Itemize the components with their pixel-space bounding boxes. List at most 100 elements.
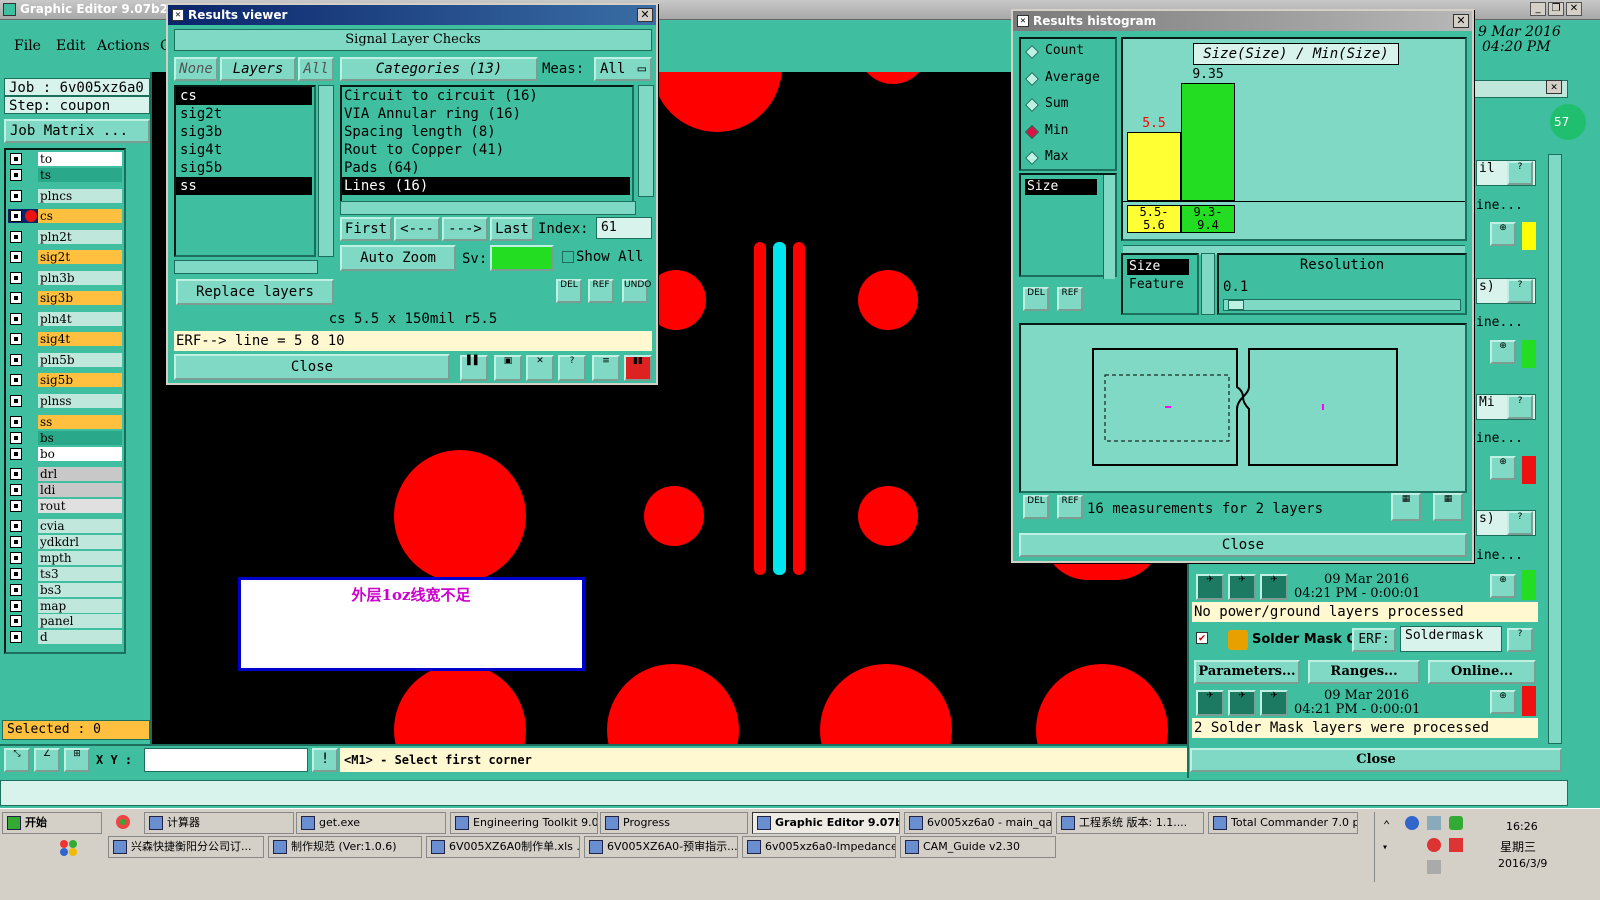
run-icon[interactable]: ✈ [1260,574,1288,600]
layer-row-sig3b[interactable]: sig3b [8,291,122,305]
del-icon[interactable]: DEL [1023,495,1049,519]
minimize-icon[interactable]: _ [1530,2,1546,16]
category-item[interactable]: Pads (64) [342,159,630,177]
aggregate-option-min[interactable]: Min [1024,123,1115,143]
menu-actions[interactable]: Actions [97,38,150,54]
note-box[interactable]: 外层1oz线宽不足 [238,577,585,671]
show-all-checkbox[interactable] [562,251,574,263]
close-button[interactable]: Close [174,354,450,380]
prev-button[interactable]: <--- [394,217,440,241]
taskbar-button[interactable]: 6V005XZ6A0-预审指示.... [584,836,738,858]
layer-list-item[interactable]: ss [176,177,312,195]
zoom-icon[interactable]: ⊕ [1490,222,1516,246]
layer-row-cvia[interactable]: cvia [8,519,122,533]
help-icon[interactable]: ? [1507,628,1533,652]
bluetooth-icon[interactable] [1405,816,1419,830]
layer-checkbox[interactable] [10,468,22,480]
layer-row-mpth[interactable]: mpth [8,551,122,565]
layer-row-bs3[interactable]: bs3 [8,583,122,597]
ref-icon[interactable]: REF [1057,287,1083,311]
layer-row-map[interactable]: map [8,599,122,613]
histogram-icon[interactable]: ▌▌ [460,355,488,381]
zoom-icon[interactable]: ⊕ [1490,690,1516,714]
aggregate-option-count[interactable]: Count [1024,43,1115,63]
layer-row-plnss[interactable]: plnss [8,394,122,408]
category-listbox[interactable]: Circuit to circuit (16) VIA Annular ring … [340,85,634,205]
app-tray-icon[interactable] [1427,838,1441,852]
close-icon[interactable]: ✕ [1546,80,1562,94]
zoom-fit-icon[interactable]: ⤡ [4,748,30,772]
menu-file[interactable]: File [14,38,41,54]
online-button[interactable]: Online... [1428,660,1536,684]
layer-checkbox[interactable] [10,584,22,596]
aggregate-option-max[interactable]: Max [1024,149,1115,169]
radio-icon[interactable] [1024,124,1040,139]
chart-icon[interactable]: ▮▮ [624,355,652,381]
layer-row-to[interactable]: to [8,152,122,166]
layer-scrollbar[interactable] [318,85,334,257]
layer-checkbox[interactable] [10,395,22,407]
taskbar-button[interactable]: Total Commander 7.0 p... [1208,812,1358,834]
taskbar-button[interactable]: 兴森快捷衡阳分公司订... [108,836,264,858]
help-icon[interactable]: ? [558,355,586,381]
taskbar-button[interactable]: 计算器 [144,812,294,834]
layer-row-pln4t[interactable]: pln4t [8,312,122,326]
none-button[interactable]: None [174,57,218,81]
layer-checkbox[interactable] [10,536,22,548]
layer-row-cs[interactable]: cs [8,209,122,223]
security-icon[interactable] [1449,816,1463,830]
layer-checkbox[interactable] [10,190,22,202]
layer-list-item[interactable]: sig3b [176,123,312,141]
layer-checkbox[interactable] [10,333,22,345]
layer-hscrollbar[interactable] [174,260,318,274]
layer-row-ydkdrl[interactable]: ydkdrl [8,535,122,549]
measure-icon[interactable]: ∠ [34,748,60,772]
radio-icon[interactable] [1024,44,1040,60]
layer-checkbox[interactable] [10,568,22,580]
menu-edit[interactable]: Edit [56,38,85,54]
layer-list-item[interactable]: sig4t [176,141,312,159]
layers-button[interactable]: Layers [220,57,296,81]
layer-row-pln2t[interactable]: pln2t [8,230,122,244]
sv-color-select[interactable] [490,245,554,271]
layer-row-ts3[interactable]: ts3 [8,567,122,581]
layer-checkbox[interactable] [10,313,22,325]
last-button[interactable]: Last [490,217,534,241]
erf-value[interactable]: Soldermask [1400,626,1502,652]
category-scrollbar[interactable] [638,85,654,197]
xy-input[interactable] [144,748,308,772]
app-tray-icon[interactable] [1449,838,1463,852]
parameters-button[interactable]: Parameters... [1194,660,1300,684]
categories-button[interactable]: Categories (13) [340,57,538,81]
layer-row-ss[interactable]: ss [8,415,122,429]
next-button[interactable]: ---> [442,217,488,241]
layer-checkbox[interactable] [10,448,22,460]
layer-checkbox[interactable] [10,600,22,612]
taskbar-button[interactable]: get.exe [296,812,446,834]
category-item[interactable]: Lines (16) [342,177,630,195]
ranges-button[interactable]: Ranges... [1308,660,1420,684]
layer-row-d[interactable]: d [8,630,122,644]
import-icon[interactable]: ▦ [1433,493,1463,521]
taskbar-button[interactable]: 6v005xz6a0-Impedance ... [742,836,896,858]
erf-button[interactable]: ERF: [1352,628,1396,652]
histogram-bar[interactable] [1127,132,1181,201]
aggregate-option-sum[interactable]: Sum [1024,96,1115,116]
zoom-icon[interactable]: ⊕ [1490,340,1516,364]
taskbar-button[interactable]: CAM_Guide v2.30 [900,836,1056,858]
check-link-3[interactable]: ine... [1476,431,1523,446]
radio-icon[interactable] [1024,71,1040,86]
zoom-icon[interactable]: ⊕ [1490,574,1516,598]
layer-list-item[interactable]: sig2t [176,105,312,123]
layer-checkbox[interactable] [10,416,22,428]
del-icon[interactable]: DEL [1023,287,1049,311]
restore-icon[interactable]: ❐ [1548,2,1564,16]
taskbar-button[interactable]: Engineering Toolkit 9.0... [450,812,598,834]
layer-row-panel[interactable]: panel [8,614,122,628]
taskbar-button[interactable]: 6V005XZ6A0制作单.xls ... [426,836,580,858]
layer-row-bo[interactable]: bo [8,447,122,461]
help-icon[interactable]: ? [1507,161,1533,185]
export-icon[interactable]: ▦ [1391,493,1421,521]
histogram-close-button[interactable]: Close [1019,533,1467,557]
ref-icon[interactable]: REF [1057,495,1083,519]
